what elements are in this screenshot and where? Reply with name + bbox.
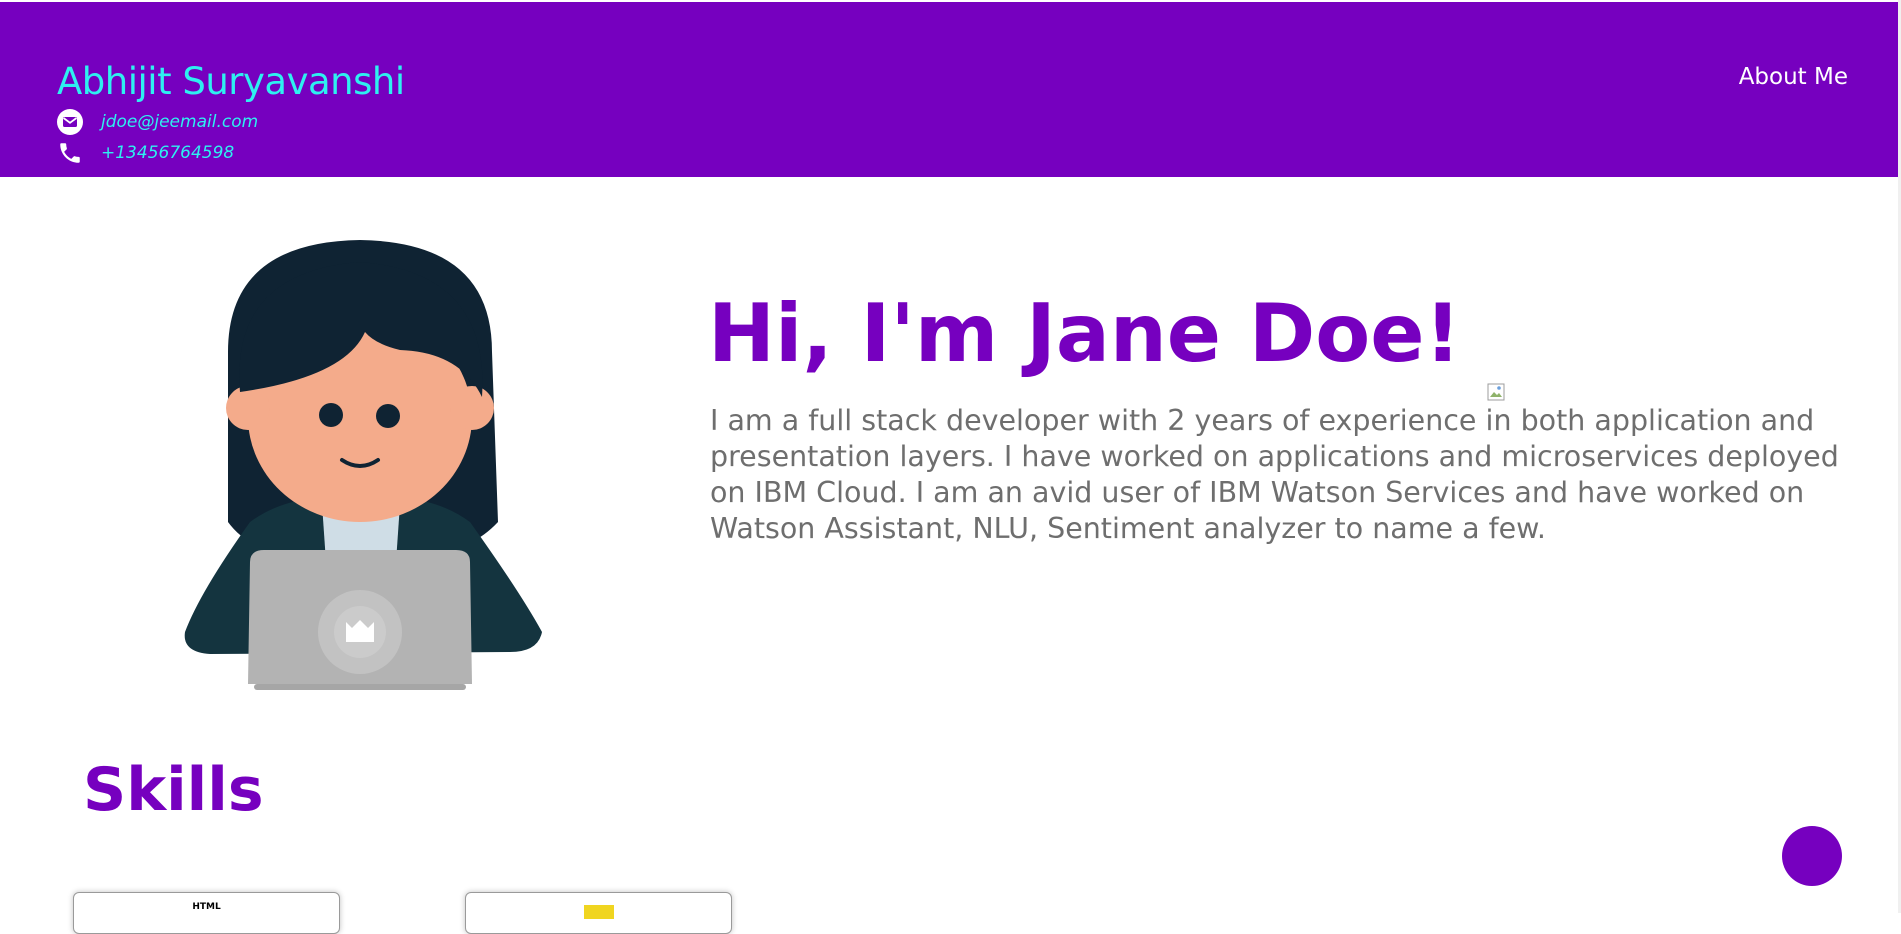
broken-image-icon [1487, 330, 1505, 401]
email-contact: jdoe@jeemail.com [57, 108, 258, 136]
phone-link[interactable]: +13456764598 [101, 143, 234, 163]
envelope-icon [57, 108, 87, 136]
js-logo-icon [583, 905, 614, 919]
hero-bio: I am a full stack developer with 2 years… [710, 404, 1839, 545]
hero-title-text: Hi, I'm Jane Doe! [708, 287, 1462, 380]
skills-heading: Skills [83, 755, 264, 825]
phone-icon [57, 139, 87, 167]
developer-avatar-illustration [170, 232, 550, 706]
skill-card-js[interactable] [465, 892, 732, 934]
site-header: Abhijit Suryavanshi jdoe@jeemail.com +13… [0, 2, 1898, 177]
phone-contact: +13456764598 [57, 139, 234, 167]
skill-card-html[interactable]: HTML [73, 892, 340, 934]
email-link[interactable]: jdoe@jeemail.com [101, 112, 258, 132]
skill-card-label: HTML [192, 902, 221, 912]
floating-action-button[interactable] [1782, 826, 1842, 886]
hero-title: Hi, I'm Jane Doe! [708, 287, 1505, 401]
nav-about-me-link[interactable]: About Me [1739, 64, 1848, 90]
site-owner-name: Abhijit Suryavanshi [57, 60, 405, 103]
